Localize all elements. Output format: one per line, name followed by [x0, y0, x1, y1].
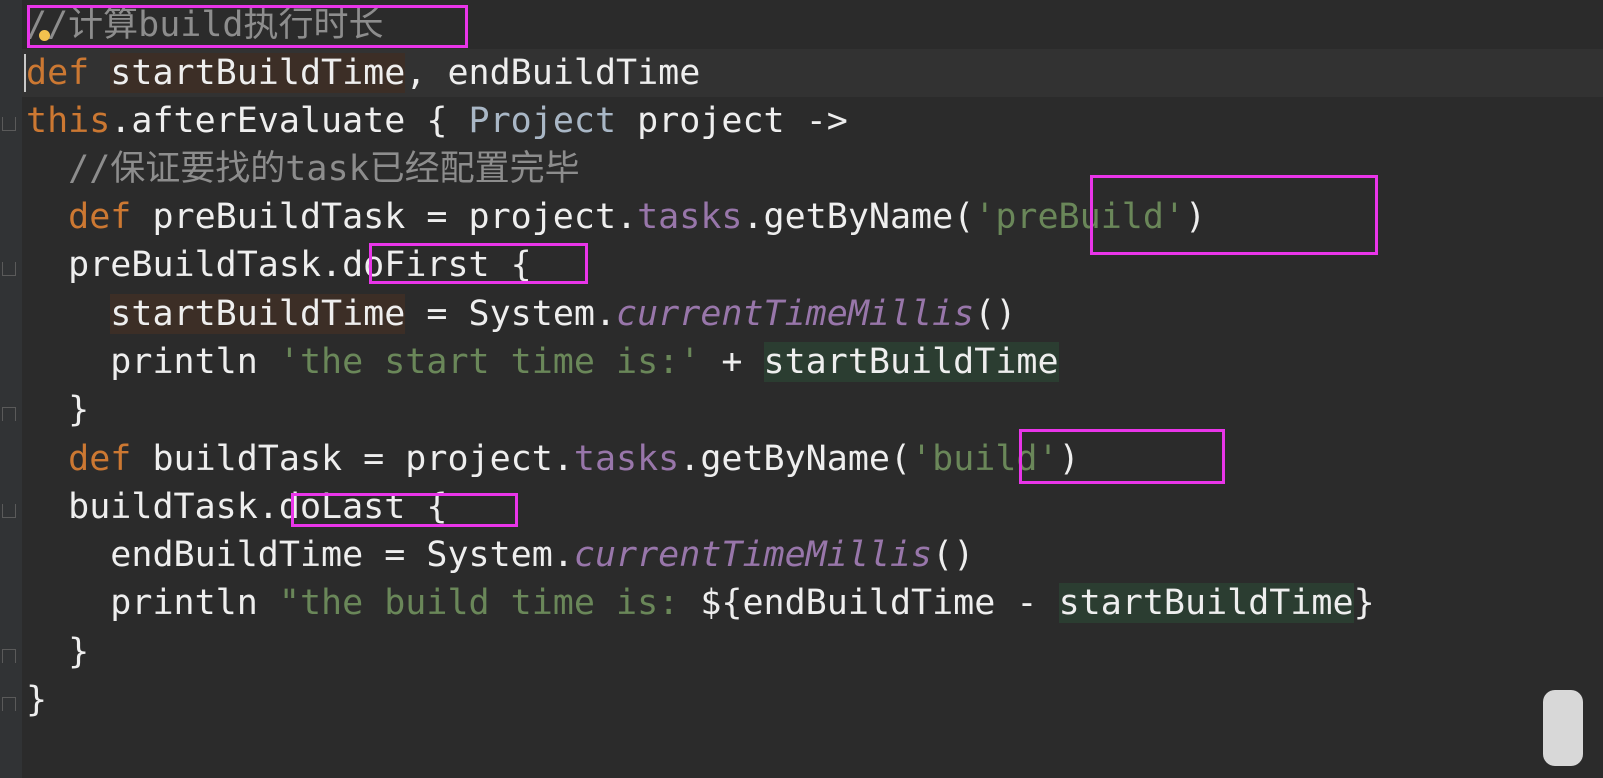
editor-gutter: [0, 0, 22, 778]
string-literal: "the build time is:: [278, 583, 701, 623]
field-tasks: tasks: [637, 197, 743, 237]
annotation-box-prebuild-arg: [1090, 175, 1378, 255]
method-afterEvaluate: afterEvaluate: [131, 101, 406, 141]
code-line-14[interactable]: }: [26, 628, 89, 676]
keyword-def: def: [68, 439, 132, 479]
fold-marker-icon[interactable]: [2, 504, 16, 518]
fold-marker-icon[interactable]: [2, 262, 16, 276]
code-line-5[interactable]: def preBuildTask = project.tasks.getByNa…: [26, 193, 1206, 241]
code-line-13[interactable]: println "the build time is: ${endBuildTi…: [26, 579, 1375, 627]
variable-startBuildTime: startBuildTime: [763, 342, 1059, 382]
fold-marker-icon[interactable]: [2, 407, 16, 421]
code-line-15[interactable]: }: [26, 676, 47, 724]
annotation-box-build-arg: [1019, 429, 1225, 484]
fold-marker-icon[interactable]: [2, 649, 16, 663]
method-currentTimeMillis: currentTimeMillis: [616, 294, 975, 334]
variable-endBuildTime: endBuildTime: [742, 583, 996, 623]
fold-marker-icon[interactable]: [2, 117, 16, 131]
keyword-def: def: [68, 197, 132, 237]
fold-marker-icon[interactable]: [2, 697, 16, 711]
variable-startBuildTime: startBuildTime: [110, 294, 406, 334]
code-line-12[interactable]: endBuildTime = System.currentTimeMillis(…: [26, 531, 974, 579]
variable-preBuildTask: preBuildTask: [68, 245, 322, 285]
annotation-box-dofirst: [369, 243, 588, 284]
code-line-3[interactable]: this.afterEvaluate { Project project ->: [26, 97, 848, 145]
annotation-box-dolast: [291, 493, 518, 527]
variable-startBuildTime: startBuildTime: [110, 53, 406, 93]
method-currentTimeMillis: currentTimeMillis: [573, 535, 933, 575]
variable-buildTask: buildTask: [68, 487, 258, 527]
closing-brace: }: [68, 390, 90, 430]
annotation-box-comment: [27, 5, 468, 48]
code-line-4[interactable]: //保证要找的task已经配置完毕: [26, 145, 580, 193]
code-line-7[interactable]: startBuildTime = System.currentTimeMilli…: [26, 290, 1016, 338]
code-line-10[interactable]: def buildTask = project.tasks.getByName(…: [26, 435, 1079, 483]
code-line-9[interactable]: }: [26, 386, 89, 434]
function-println: println: [110, 583, 279, 623]
type-Project: Project: [468, 101, 617, 141]
closing-brace: }: [26, 680, 48, 720]
string-literal: 'the start time is:': [278, 342, 701, 382]
field-tasks: tasks: [573, 439, 680, 479]
function-println: println: [110, 342, 279, 382]
code-line-8[interactable]: println 'the start time is:' + startBuil…: [26, 338, 1059, 386]
keyword-def: def: [26, 53, 90, 93]
overlay-thumbnail: [1543, 690, 1583, 766]
variable-endBuildTime: endBuildTime: [447, 53, 701, 93]
closing-brace: }: [68, 632, 90, 672]
code-line-2[interactable]: def startBuildTime, endBuildTime: [26, 49, 700, 97]
variable-startBuildTime: startBuildTime: [1058, 583, 1354, 623]
comment-text: //保证要找的task已经配置完毕: [68, 149, 580, 189]
variable-endBuildTime: endBuildTime: [110, 535, 364, 575]
code-editor[interactable]: //计算build执行时长 def startBuildTime, endBui…: [0, 0, 1603, 778]
keyword-this: this: [26, 101, 111, 141]
